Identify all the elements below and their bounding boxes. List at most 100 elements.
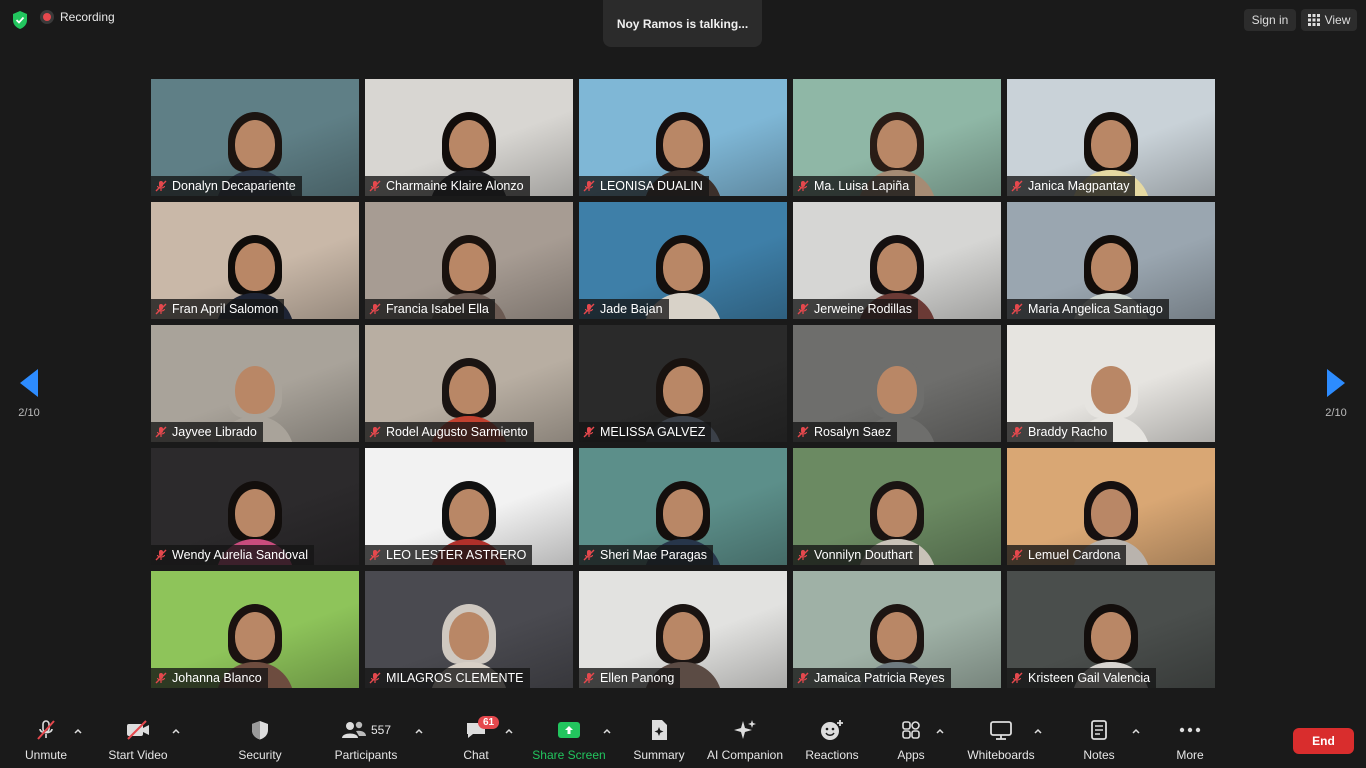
participant-tile[interactable]: LEO LESTER ASTRERO xyxy=(365,448,573,565)
whiteboards-options-caret-icon[interactable] xyxy=(1033,726,1043,736)
participant-name-tag: Wendy Aurelia Sandoval xyxy=(151,545,314,565)
participant-tile[interactable]: Braddy Racho xyxy=(1007,325,1215,442)
mic-muted-icon xyxy=(369,180,381,192)
sign-in-button[interactable]: Sign in xyxy=(1244,9,1296,31)
unmute-button[interactable]: Unmute xyxy=(22,712,70,768)
participant-tile[interactable]: Rosalyn Saez xyxy=(793,325,1001,442)
mic-muted-icon xyxy=(155,549,167,561)
participant-tile[interactable]: Donalyn Decapariente xyxy=(151,79,359,196)
participant-tile[interactable]: Maria Angelica Santiago xyxy=(1007,202,1215,319)
recording-label: Recording xyxy=(60,10,115,24)
mic-muted-icon xyxy=(369,549,381,561)
participants-button[interactable]: 557 Participants xyxy=(332,712,400,768)
mic-muted-icon xyxy=(583,426,595,438)
participant-name: Kristeen Gail Valencia xyxy=(1028,671,1151,685)
participants-icon xyxy=(341,721,366,738)
arrow-left-icon[interactable] xyxy=(20,369,38,397)
participant-tile[interactable]: Jamaica Patricia Reyes xyxy=(793,571,1001,688)
participant-name-tag: Johanna Blanco xyxy=(151,668,268,688)
participant-tile[interactable]: Vonnilyn Douthart xyxy=(793,448,1001,565)
meeting-toolbar: Unmute Start Video Security 557 Particip… xyxy=(0,712,1366,768)
participant-name-tag: Sheri Mae Paragas xyxy=(579,545,714,565)
chat-label: Chat xyxy=(463,748,489,762)
participant-tile[interactable]: Johanna Blanco xyxy=(151,571,359,688)
participant-name: Rosalyn Saez xyxy=(814,425,892,439)
participant-tile[interactable]: Wendy Aurelia Sandoval xyxy=(151,448,359,565)
participant-name-tag: Rodel Augusto Sarmiento xyxy=(365,422,534,442)
participant-tile[interactable]: LEONISA DUALIN xyxy=(579,79,787,196)
participant-name-tag: Maria Angelica Santiago xyxy=(1007,299,1169,319)
participant-tile[interactable]: Charmaine Klaire Alonzo xyxy=(365,79,573,196)
participant-tile[interactable]: MILAGROS CLEMENTE xyxy=(365,571,573,688)
chat-options-caret-icon[interactable] xyxy=(504,726,514,736)
participant-name: Braddy Racho xyxy=(1028,425,1108,439)
view-button[interactable]: View xyxy=(1301,9,1357,31)
apps-button[interactable]: Apps xyxy=(894,712,928,768)
mic-muted-icon xyxy=(1011,180,1023,192)
page-indicator-left: 2/10 xyxy=(18,407,40,419)
recording-indicator[interactable]: Recording xyxy=(40,10,115,24)
apps-options-caret-icon[interactable] xyxy=(935,726,945,736)
audio-options-caret-icon[interactable] xyxy=(73,726,83,736)
participant-tile[interactable]: Rodel Augusto Sarmiento xyxy=(365,325,573,442)
security-shield-icon[interactable] xyxy=(9,9,31,31)
whiteboards-button[interactable]: Whiteboards xyxy=(964,712,1038,768)
start-video-button[interactable]: Start Video xyxy=(106,712,170,768)
arrow-right-icon[interactable] xyxy=(1327,369,1345,397)
notes-button[interactable]: Notes xyxy=(1080,712,1118,768)
mic-muted-icon xyxy=(155,303,167,315)
apps-icon xyxy=(902,721,920,739)
reactions-button[interactable]: Reactions xyxy=(804,712,860,768)
smiley-plus-icon xyxy=(821,720,843,740)
next-page-control[interactable]: 2/10 xyxy=(1321,369,1351,419)
more-button[interactable]: More xyxy=(1172,712,1208,768)
participant-name-tag: Francia Isabel Ella xyxy=(365,299,495,319)
participant-name: Jamaica Patricia Reyes xyxy=(814,671,945,685)
notes-options-caret-icon[interactable] xyxy=(1131,726,1141,736)
participant-name-tag: Rosalyn Saez xyxy=(793,422,898,442)
whiteboards-label: Whiteboards xyxy=(967,748,1035,762)
video-camera-off-icon xyxy=(127,720,149,740)
participant-tile[interactable]: Fran April Salomon xyxy=(151,202,359,319)
shield-icon xyxy=(252,721,268,740)
participant-name: Johanna Blanco xyxy=(172,671,262,685)
participants-options-caret-icon[interactable] xyxy=(414,726,424,736)
participant-name-tag: LEO LESTER ASTRERO xyxy=(365,545,533,565)
mic-muted-icon xyxy=(1011,549,1023,561)
end-meeting-button[interactable]: End xyxy=(1293,728,1354,754)
participant-tile[interactable]: MELISSA GALVEZ xyxy=(579,325,787,442)
share-screen-button[interactable]: Share Screen xyxy=(532,712,606,768)
participant-tile[interactable]: Jayvee Librado xyxy=(151,325,359,442)
mic-muted-icon xyxy=(369,303,381,315)
mic-muted-icon xyxy=(583,180,595,192)
mic-muted-icon xyxy=(155,180,167,192)
participant-tile[interactable]: Jerweine Rodillas xyxy=(793,202,1001,319)
participant-name: Jade Bajan xyxy=(600,302,663,316)
participant-tile[interactable]: Kristeen Gail Valencia xyxy=(1007,571,1215,688)
mic-muted-icon xyxy=(797,180,809,192)
mic-muted-icon xyxy=(583,672,595,684)
top-bar: Recording Noy Ramos is talking... Sign i… xyxy=(0,0,1366,47)
unmute-label: Unmute xyxy=(24,748,68,762)
video-options-caret-icon[interactable] xyxy=(171,726,181,736)
summary-button[interactable]: Summary xyxy=(630,712,688,768)
participant-name: Janica Magpantay xyxy=(1028,179,1130,193)
mic-muted-icon xyxy=(583,303,595,315)
participant-tile[interactable]: Lemuel Cardona xyxy=(1007,448,1215,565)
security-button[interactable]: Security xyxy=(234,712,286,768)
more-dots-icon xyxy=(1179,727,1201,733)
participant-tile[interactable]: Ma. Luisa Lapiña xyxy=(793,79,1001,196)
participant-name: Vonnilyn Douthart xyxy=(814,548,913,562)
ai-companion-button[interactable]: AI Companion xyxy=(704,712,786,768)
chat-button[interactable]: 61 Chat xyxy=(458,712,500,768)
participant-tile[interactable]: Ellen Panong xyxy=(579,571,787,688)
participant-tile[interactable]: Francia Isabel Ella xyxy=(365,202,573,319)
participant-tile[interactable]: Janica Magpantay xyxy=(1007,79,1215,196)
participant-tile[interactable]: Sheri Mae Paragas xyxy=(579,448,787,565)
previous-page-control[interactable]: 2/10 xyxy=(14,369,44,419)
participant-name: Jerweine Rodillas xyxy=(814,302,912,316)
ai-companion-label: AI Companion xyxy=(706,748,784,762)
participant-tile[interactable]: Jade Bajan xyxy=(579,202,787,319)
participant-name-tag: Lemuel Cardona xyxy=(1007,545,1127,565)
share-options-caret-icon[interactable] xyxy=(602,726,612,736)
